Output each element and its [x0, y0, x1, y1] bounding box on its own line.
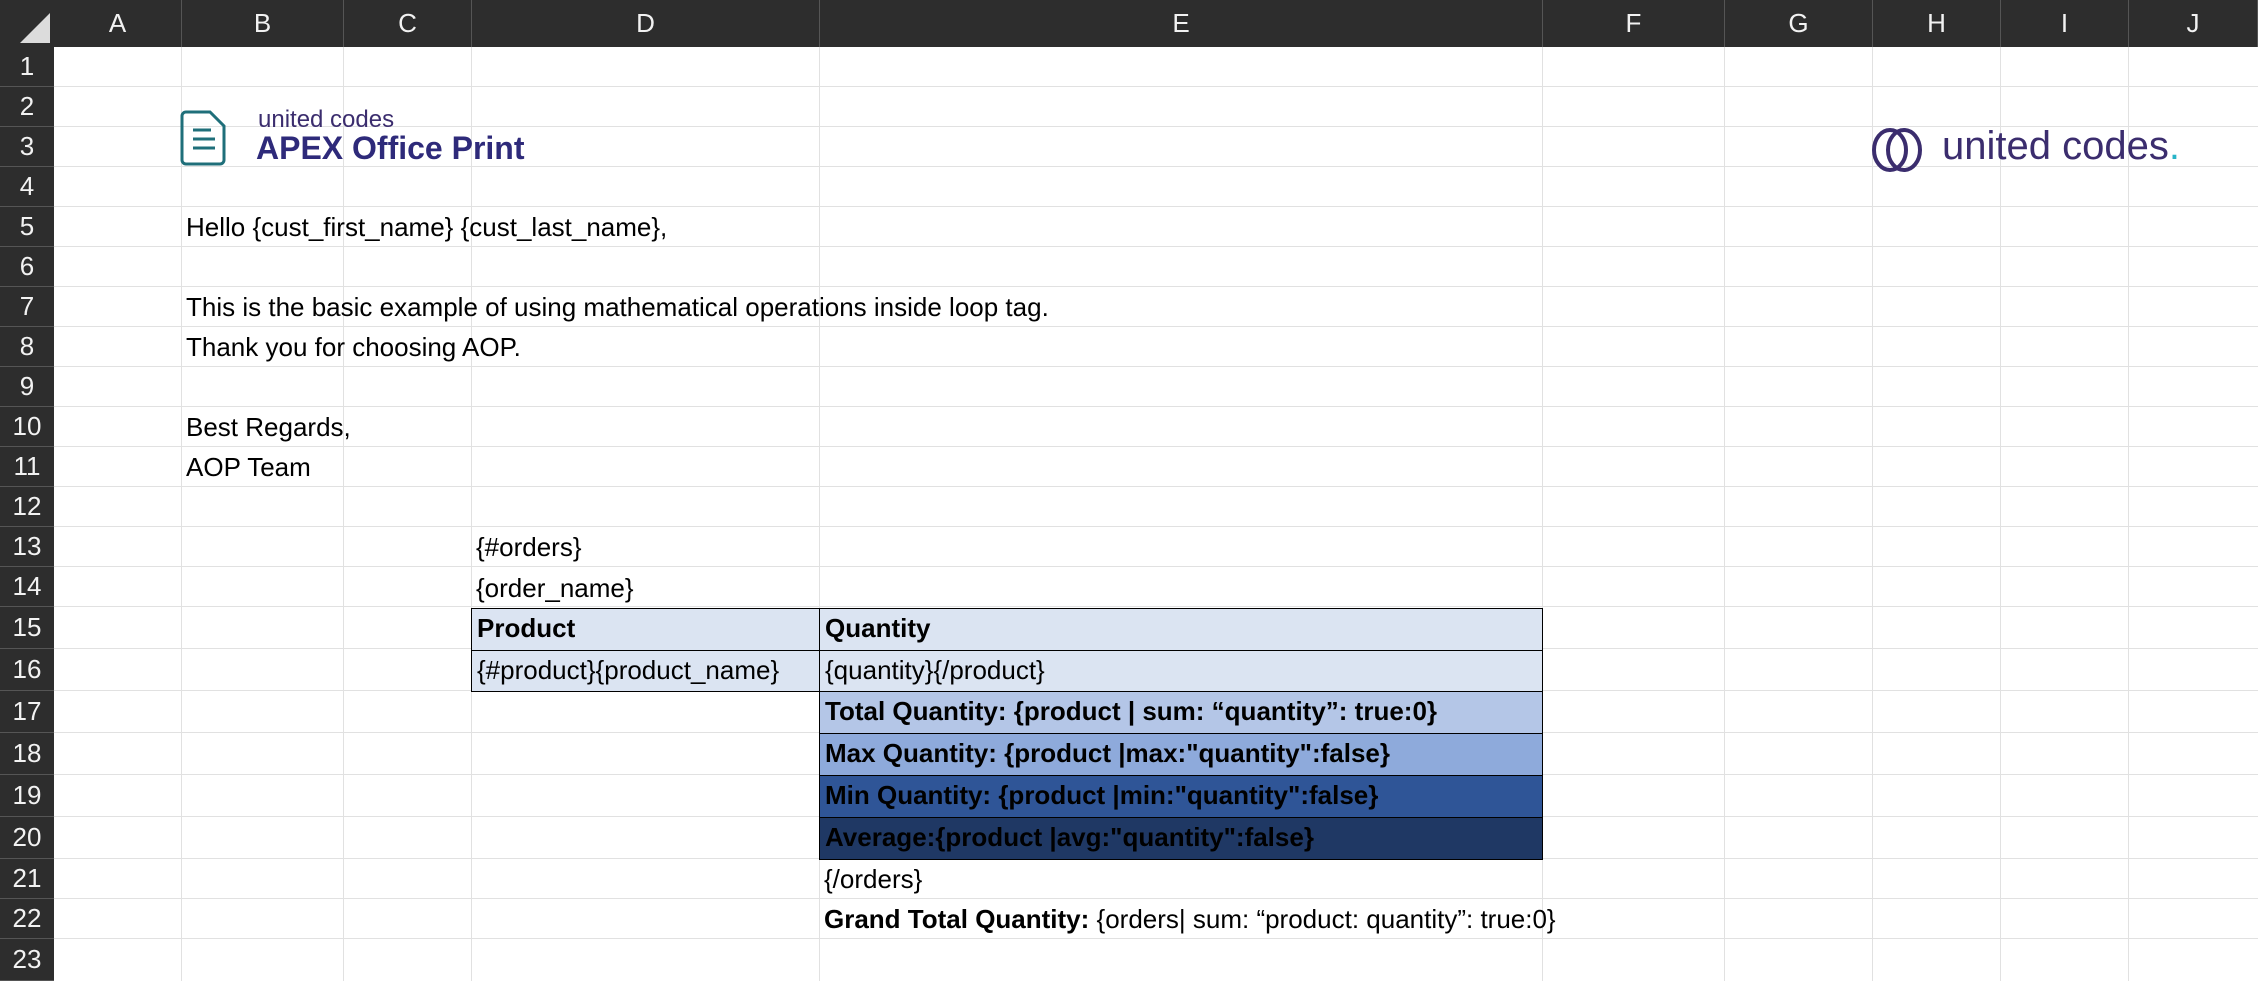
row-header-17[interactable]: 17	[0, 691, 54, 733]
select-all-button[interactable]	[0, 0, 54, 47]
column-headers: A B C D E F G H I J	[54, 0, 2258, 47]
column-header-d[interactable]: D	[472, 0, 820, 47]
row-header-23[interactable]: 23	[0, 939, 54, 981]
row-header-11[interactable]: 11	[0, 447, 54, 487]
row-header-21[interactable]: 21	[0, 859, 54, 899]
total-quantity-cell[interactable]: Total Quantity: {product | sum: “quantit…	[819, 691, 1543, 734]
row-header-3[interactable]: 3	[0, 127, 54, 167]
row-header-9[interactable]: 9	[0, 367, 54, 407]
row-header-2[interactable]: 2	[0, 87, 54, 127]
row-header-7[interactable]: 7	[0, 287, 54, 327]
row-header-4[interactable]: 4	[0, 167, 54, 207]
column-header-h[interactable]: H	[1873, 0, 2001, 47]
row-header-20[interactable]: 20	[0, 817, 54, 859]
document-icon	[180, 110, 226, 166]
row-header-15[interactable]: 15	[0, 607, 54, 649]
table-header-product[interactable]: Product	[471, 608, 820, 651]
column-header-g[interactable]: G	[1725, 0, 1873, 47]
column-header-b[interactable]: B	[182, 0, 344, 47]
greeting-line: Hello {cust_first_name} {cust_last_name}…	[186, 212, 668, 242]
column-header-i[interactable]: I	[2001, 0, 2129, 47]
max-quantity-cell[interactable]: Max Quantity: {product |max:"quantity":f…	[819, 733, 1543, 776]
row-header-6[interactable]: 6	[0, 247, 54, 287]
row-header-1[interactable]: 1	[0, 47, 54, 87]
united-codes-wordmark: united codes.	[1942, 124, 2180, 169]
row-header-13[interactable]: 13	[0, 527, 54, 567]
column-header-a[interactable]: A	[54, 0, 182, 47]
column-header-j[interactable]: J	[2129, 0, 2258, 47]
min-quantity-cell[interactable]: Min Quantity: {product |min:"quantity":f…	[819, 775, 1543, 818]
row-headers: 1 2 3 4 5 6 7 8 9 10 11 12 13 14 15 16 1…	[0, 47, 54, 981]
row-header-8[interactable]: 8	[0, 327, 54, 367]
orders-close-tag: {/orders}	[824, 864, 923, 894]
orders-open-tag: {#orders}	[476, 532, 582, 562]
row-header-14[interactable]: 14	[0, 567, 54, 607]
regards-line: Best Regards,	[186, 412, 351, 442]
row-header-12[interactable]: 12	[0, 487, 54, 527]
team-line: AOP Team	[186, 452, 311, 482]
united-codes-word: united codes	[1942, 124, 2169, 168]
order-name-tag: {order_name}	[476, 573, 634, 603]
column-header-e[interactable]: E	[820, 0, 1543, 47]
row-header-19[interactable]: 19	[0, 775, 54, 817]
logo-product-text: APEX Office Print	[256, 130, 525, 166]
row-header-5[interactable]: 5	[0, 207, 54, 247]
row-header-18[interactable]: 18	[0, 733, 54, 775]
table-cell-quantity-loop[interactable]: {quantity}{/product}	[819, 650, 1543, 692]
average-quantity-cell[interactable]: Average:{product |avg:"quantity":false}	[819, 817, 1543, 860]
rings-icon	[1872, 128, 1922, 172]
column-header-f[interactable]: F	[1543, 0, 1725, 47]
column-header-c[interactable]: C	[344, 0, 472, 47]
select-all-triangle-icon	[20, 13, 50, 43]
row-header-16[interactable]: 16	[0, 649, 54, 691]
row-header-10[interactable]: 10	[0, 407, 54, 447]
table-cell-product-loop[interactable]: {#product}{product_name}	[471, 650, 820, 692]
grand-total-line: Grand Total Quantity: {orders| sum: “pro…	[824, 899, 1556, 939]
row-header-22[interactable]: 22	[0, 899, 54, 939]
table-header-quantity[interactable]: Quantity	[819, 608, 1543, 651]
united-codes-dot: .	[2168, 124, 2180, 168]
grand-total-expression: {orders| sum: “product: quantity”: true:…	[1089, 904, 1556, 934]
thanks-line: Thank you for choosing AOP.	[186, 332, 521, 362]
intro-line: This is the basic example of using mathe…	[186, 292, 1049, 322]
grand-total-label: Grand Total Quantity:	[824, 904, 1090, 934]
